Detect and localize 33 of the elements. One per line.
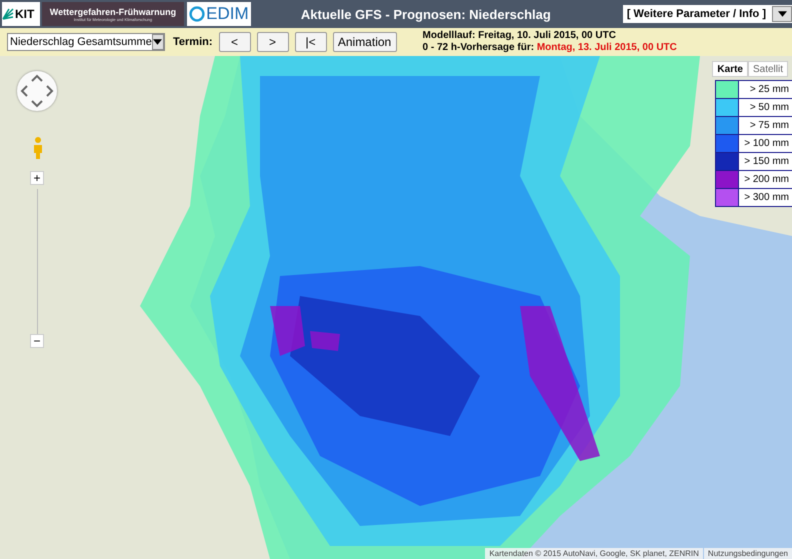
navigation-button[interactable]: > bbox=[256, 32, 289, 52]
legend-label: > 25 mm bbox=[748, 83, 790, 97]
zoom-in-button[interactable]: + bbox=[30, 171, 44, 185]
zoom-out-button[interactable]: − bbox=[30, 334, 44, 348]
forecast-label: 0 - 72 h-Vorhersage für: bbox=[422, 42, 534, 53]
dropdown-button[interactable] bbox=[772, 6, 792, 22]
legend-label: > 50 mm bbox=[748, 101, 790, 115]
parameter-dropdown[interactable]: [ Weitere Parameter / Info ] bbox=[622, 5, 792, 23]
navigation-button[interactable]: |< bbox=[294, 32, 327, 52]
terms-link[interactable]: Nutzungsbedingungen bbox=[704, 548, 792, 559]
termin-label: Termin: bbox=[173, 36, 213, 48]
model-run-text: Modelllauf: Freitag, 10. Juli 2015, 00 UTC bbox=[422, 30, 617, 42]
logo-text: KIT bbox=[15, 7, 34, 21]
animation-button[interactable]: Animation bbox=[332, 32, 397, 52]
dropdown-button[interactable] bbox=[152, 34, 164, 50]
map-type-tab[interactable]: Satellit bbox=[748, 61, 788, 77]
caret-icon bbox=[153, 39, 162, 45]
map-type-tab[interactable]: Karte bbox=[712, 61, 748, 77]
fan-icon bbox=[2, 8, 14, 20]
page-title: Aktuelle GFS - Prognosen: Niederschlag bbox=[300, 6, 551, 22]
product-dropdown[interactable]: Niederschlag Gesamtsumme bbox=[7, 33, 165, 51]
legend-label: > 150 mm bbox=[743, 155, 790, 169]
forecast-time: Montag, 13. Juli 2015, 00 UTC bbox=[536, 42, 677, 53]
ring-icon bbox=[189, 6, 206, 22]
logo-text: EDIM bbox=[206, 4, 249, 24]
banner-title: Wettergefahren-Frühwarnung bbox=[50, 6, 176, 16]
legend-label: > 300 mm bbox=[743, 191, 790, 205]
caret-icon bbox=[778, 11, 786, 17]
legend-label: > 200 mm bbox=[743, 173, 790, 187]
legend-label: > 100 mm bbox=[743, 137, 790, 151]
legend-label: > 75 mm bbox=[748, 119, 790, 133]
map-attribution: Kartendaten © 2015 AutoNavi, Google, SK planet, ZENRIN bbox=[485, 548, 703, 559]
navigation-button[interactable]: < bbox=[218, 32, 251, 52]
